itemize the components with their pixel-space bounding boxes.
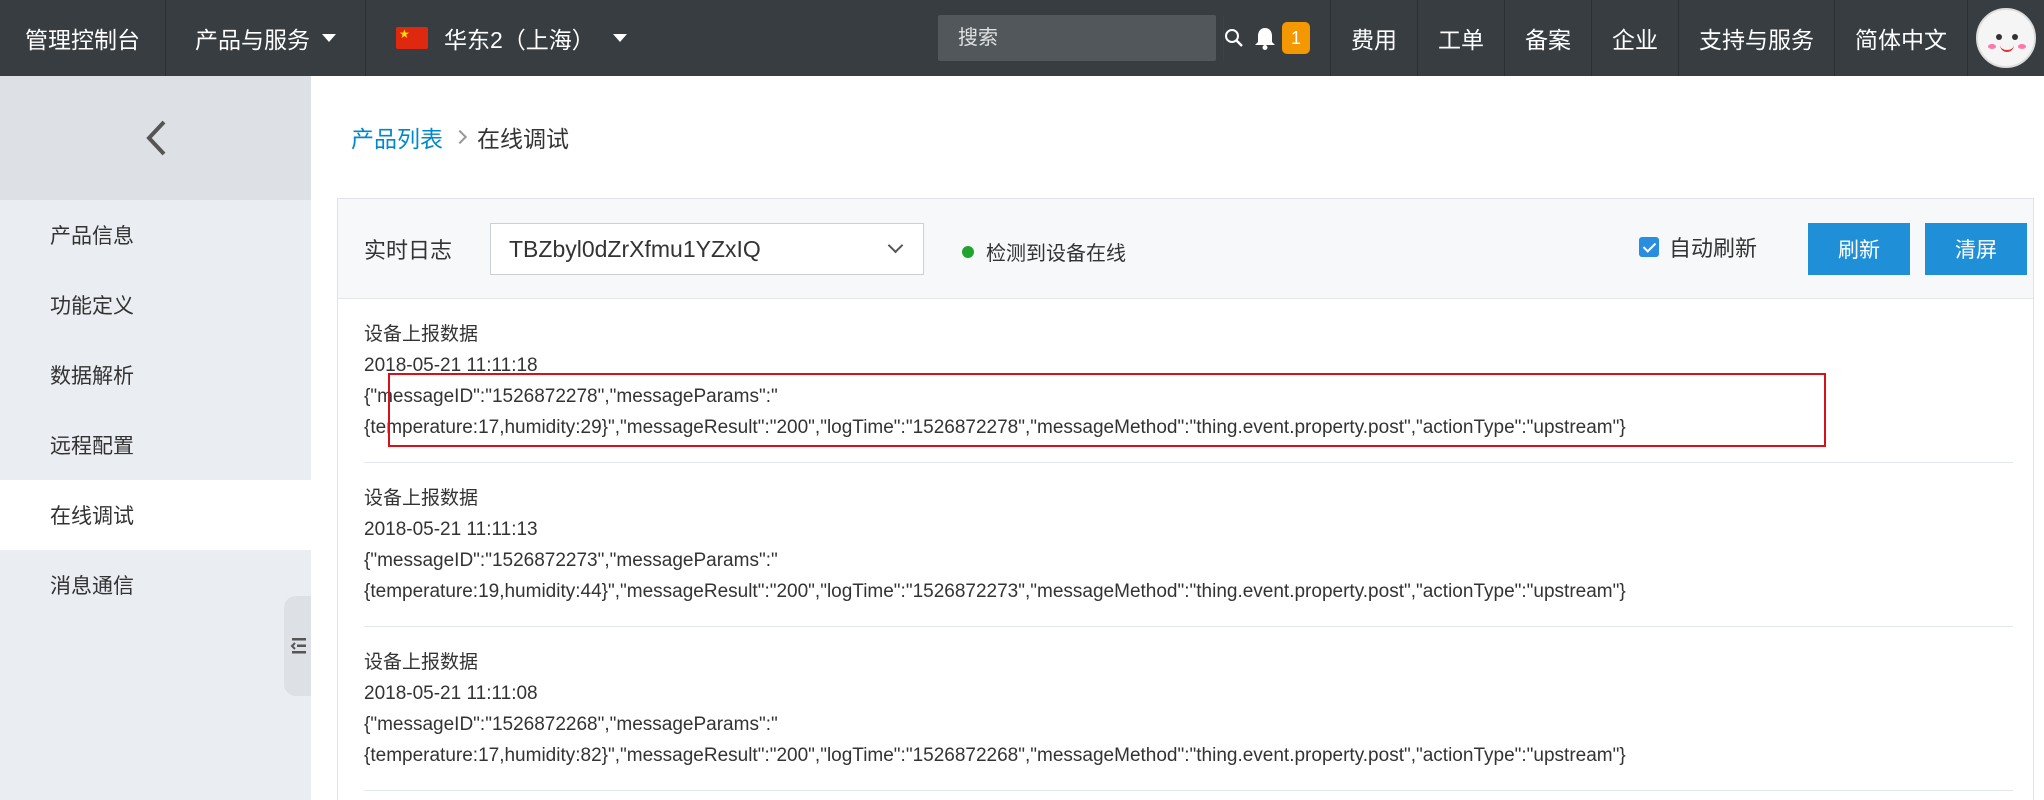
sidebar-item-label: 功能定义: [50, 295, 134, 318]
nav-link-label: 支持与服务: [1699, 27, 1814, 53]
sidebar-item-label: 产品信息: [50, 225, 134, 248]
log-title: 设备上报数据: [364, 652, 479, 673]
chevron-down-icon: [887, 237, 904, 254]
products-label: 产品与服务: [195, 27, 310, 53]
log-title: 设备上报数据: [364, 488, 479, 509]
device-select-value: TBZbyl0dZrXfmu1YZxIQ: [509, 235, 761, 262]
sidebar-collapse-handle[interactable]: [284, 596, 314, 696]
nav-link-label: 企业: [1612, 27, 1658, 53]
sidebar-item-product-info[interactable]: 产品信息: [0, 200, 311, 270]
log-payload-line: {temperature:19,humidity:44}","messageRe…: [364, 581, 1626, 602]
realtime-log-label: 实时日志: [364, 237, 453, 263]
breadcrumb: 产品列表 在线调试: [351, 120, 569, 154]
breadcrumb-current: 在线调试: [477, 126, 569, 152]
breadcrumb-separator-icon: [452, 129, 468, 145]
sidebar-item-function-definition[interactable]: 功能定义: [0, 270, 311, 340]
sidebar-back-button[interactable]: [0, 76, 311, 200]
region-selector[interactable]: 华东2（上海）: [366, 0, 649, 76]
china-flag-icon: [396, 27, 428, 49]
collapse-menu-icon: [290, 638, 306, 654]
sidebar-item-label: 在线调试: [50, 505, 134, 528]
top-navigation-bar: 管理控制台 产品与服务 华东2（上海） 1 费用 工单 备案 企业 支持与服务 …: [0, 0, 2044, 76]
log-title: 设备上报数据: [364, 324, 479, 345]
refresh-button[interactable]: 刷新: [1808, 223, 1910, 275]
sidebar-item-messaging[interactable]: 消息通信: [0, 550, 311, 620]
log-payload-line: {"messageID":"1526872268","messageParams…: [364, 714, 778, 735]
bell-icon: [1255, 28, 1275, 50]
clear-screen-button[interactable]: 清屏: [1925, 223, 2027, 275]
log-entry: 设备上报数据 2018-05-21 11:11:18 {"messageID":…: [364, 299, 2013, 463]
nav-link-label: 工单: [1438, 27, 1484, 53]
main-content: 产品列表 在线调试 实时日志 TBZbyl0dZrXfmu1YZxIQ 检测到设…: [311, 76, 2044, 800]
log-payload-line: {"messageID":"1526872273","messageParams…: [364, 550, 778, 571]
caret-down-icon: [612, 34, 627, 42]
chevron-left-icon: [145, 120, 165, 156]
log-entry: 设备上报数据 2018-05-21 11:11:08 {"messageID":…: [364, 627, 2013, 791]
sidebar-item-label: 消息通信: [50, 575, 134, 598]
nav-link-support[interactable]: 支持与服务: [1679, 0, 1835, 76]
sidebar-item-label: 数据解析: [50, 365, 134, 388]
log-list: 设备上报数据 2018-05-21 11:11:18 {"messageID":…: [338, 299, 2033, 791]
search-input[interactable]: [938, 15, 1223, 61]
log-payload-line: {temperature:17,humidity:82}","messageRe…: [364, 745, 1626, 766]
nav-link-label: 简体中文: [1855, 27, 1947, 53]
nav-link-label: 费用: [1351, 27, 1397, 53]
sidebar-item-label: 远程配置: [50, 435, 134, 458]
log-payload-line: {"messageID":"1526872278","messageParams…: [364, 386, 778, 407]
auto-refresh-label: 自动刷新: [1669, 236, 1758, 261]
nav-link-icp[interactable]: 备案: [1505, 0, 1592, 76]
nav-link-label: 备案: [1525, 27, 1571, 53]
sidebar-item-remote-config[interactable]: 远程配置: [0, 410, 311, 480]
notifications-button[interactable]: 1: [1236, 0, 1331, 76]
log-panel-header: 实时日志 TBZbyl0dZrXfmu1YZxIQ 检测到设备在线 自动刷新 刷…: [338, 199, 2033, 299]
console-home-link[interactable]: 管理控制台: [0, 0, 166, 76]
online-status-dot-icon: [962, 245, 974, 258]
region-label: 华东2（上海）: [444, 27, 595, 53]
breadcrumb-product-list-link[interactable]: 产品列表: [351, 120, 443, 154]
language-selector[interactable]: 简体中文: [1835, 0, 1968, 76]
sidebar-item-data-parsing[interactable]: 数据解析: [0, 340, 311, 410]
log-timestamp: 2018-05-21 11:11:08: [364, 683, 538, 704]
nav-link-billing[interactable]: 费用: [1331, 0, 1418, 76]
log-timestamp: 2018-05-21 11:11:13: [364, 519, 538, 540]
products-menu[interactable]: 产品与服务: [166, 0, 366, 76]
sidebar-item-online-debug[interactable]: 在线调试: [0, 480, 311, 550]
sidebar: 产品信息 功能定义 数据解析 远程配置 在线调试 消息通信: [0, 76, 311, 800]
device-select[interactable]: TBZbyl0dZrXfmu1YZxIQ: [490, 223, 924, 275]
device-status: 检测到设备在线: [962, 237, 1126, 266]
search-box: [938, 15, 1243, 61]
auto-refresh-toggle[interactable]: 自动刷新: [1639, 231, 1757, 263]
log-timestamp: 2018-05-21 11:11:18: [364, 355, 538, 376]
log-entry: 设备上报数据 2018-05-21 11:11:13 {"messageID":…: [364, 463, 2013, 627]
nav-link-enterprise[interactable]: 企业: [1592, 0, 1679, 76]
user-avatar-button[interactable]: [1968, 0, 2044, 76]
device-status-text: 检测到设备在线: [986, 243, 1126, 265]
console-label: 管理控制台: [25, 27, 140, 53]
realtime-log-panel: 实时日志 TBZbyl0dZrXfmu1YZxIQ 检测到设备在线 自动刷新 刷…: [337, 198, 2034, 800]
auto-refresh-checkbox[interactable]: [1639, 237, 1659, 257]
log-payload-line: {temperature:17,humidity:29}","messageRe…: [364, 417, 1626, 438]
caret-down-icon: [322, 34, 336, 42]
notification-count-badge: 1: [1282, 22, 1310, 54]
avatar: [1976, 8, 2036, 68]
nav-link-tickets[interactable]: 工单: [1418, 0, 1505, 76]
